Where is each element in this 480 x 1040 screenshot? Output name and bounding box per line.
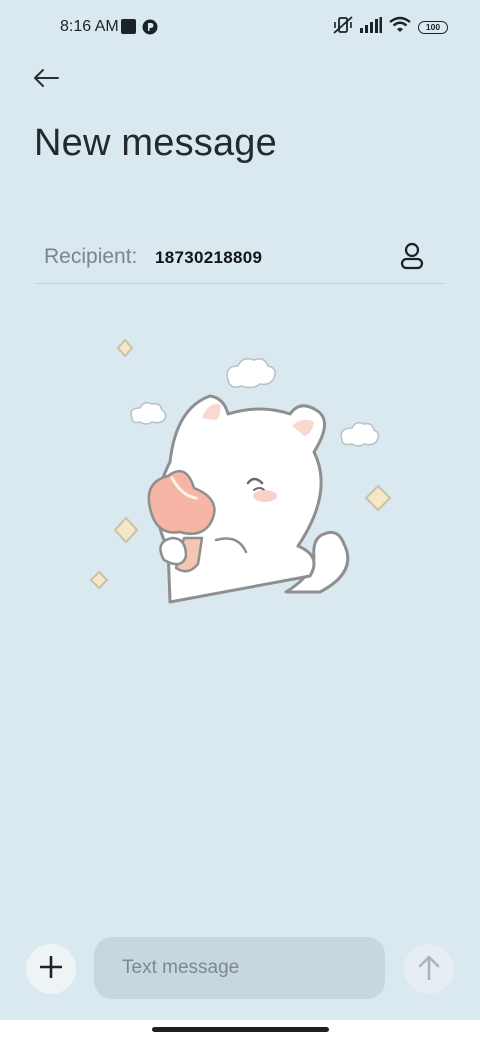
navigation-bar — [0, 1020, 480, 1040]
battery-icon: 100 — [418, 20, 448, 34]
circle-app-icon — [142, 19, 158, 40]
message-composer — [0, 930, 480, 1006]
vibrate-off-icon — [333, 15, 353, 39]
signal-icon — [360, 16, 382, 38]
home-indicator[interactable] — [152, 1027, 329, 1032]
message-input[interactable] — [94, 937, 385, 999]
wifi-icon — [389, 16, 411, 38]
status-icons: 100 — [333, 15, 448, 39]
plus-icon — [39, 955, 63, 983]
send-arrow-up-icon — [418, 954, 440, 985]
back-button[interactable] — [26, 62, 66, 98]
status-bar: 8:16 AM 100 — [0, 0, 480, 56]
back-arrow-icon — [33, 68, 59, 93]
recipient-value[interactable]: 18730218809 — [155, 248, 262, 268]
contact-picker-button[interactable] — [396, 242, 428, 274]
cat-ice-cream-illustration — [80, 330, 400, 605]
send-button[interactable] — [404, 944, 454, 994]
attach-button[interactable] — [26, 944, 76, 994]
recipient-field[interactable]: Recipient: 18730218809 — [36, 232, 444, 284]
square-app-icon — [121, 19, 136, 39]
contact-person-icon — [399, 242, 425, 275]
recipient-label: Recipient: — [44, 245, 138, 268]
status-time: 8:16 AM — [60, 18, 119, 35]
page-title: New message — [34, 122, 277, 164]
